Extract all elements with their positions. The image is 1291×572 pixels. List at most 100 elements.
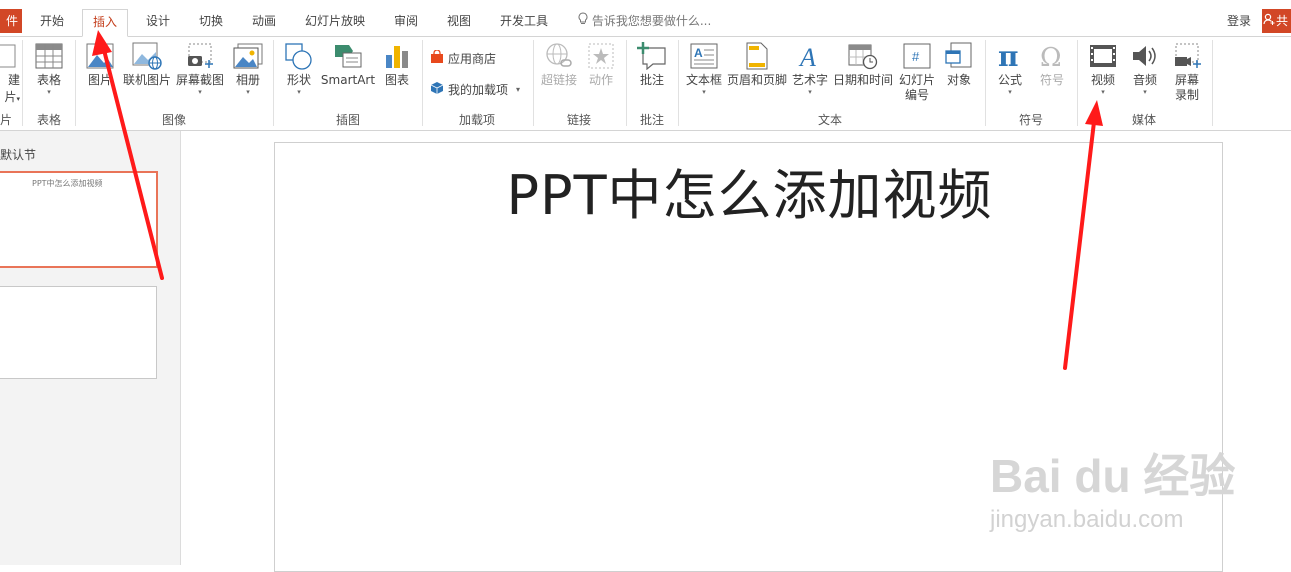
datetime-label: 日期和时间 bbox=[833, 73, 894, 87]
slide-number-button[interactable]: # 幻灯片 编号 bbox=[896, 41, 938, 103]
album-button[interactable]: 相册 ▾ bbox=[229, 41, 267, 96]
slide-thumbnail-title: PPT中怎么添加视频 bbox=[32, 179, 103, 188]
star-action-icon bbox=[586, 41, 616, 71]
header-footer-button[interactable]: 页眉和页脚 bbox=[726, 41, 788, 88]
speaker-icon bbox=[1130, 41, 1160, 71]
group-separator bbox=[22, 40, 23, 126]
slide-number-icon: # bbox=[902, 41, 932, 71]
group-label-addins: 加载项 bbox=[459, 113, 496, 127]
globe-link-icon bbox=[544, 41, 574, 71]
screenshot-button[interactable]: 屏幕截图 ▾ bbox=[175, 41, 225, 96]
film-video-icon bbox=[1088, 41, 1118, 71]
smartart-button[interactable]: SmartArt bbox=[320, 41, 376, 88]
svg-text:π: π bbox=[998, 42, 1019, 70]
chevron-down-icon: ▾ bbox=[47, 88, 51, 96]
tab-view[interactable]: 视图 bbox=[447, 12, 471, 29]
textbox-icon: A bbox=[689, 41, 719, 71]
share-label: 共 bbox=[1276, 14, 1289, 28]
tab-slideshow[interactable]: 幻灯片放映 bbox=[305, 12, 365, 29]
slide-number-label-1: 幻灯片 bbox=[898, 73, 935, 87]
video-button[interactable]: 视频 ▾ bbox=[1084, 41, 1122, 96]
tab-animations[interactable]: 动画 bbox=[252, 12, 276, 29]
hyperlink-label: 超链接 bbox=[540, 73, 577, 87]
comment-label: 批注 bbox=[639, 73, 664, 87]
chart-button[interactable]: 图表 bbox=[378, 41, 416, 88]
tab-review[interactable]: 审阅 bbox=[394, 12, 418, 29]
screenshot-icon bbox=[185, 41, 215, 71]
wordart-button[interactable]: A 艺术字 ▾ bbox=[790, 41, 830, 96]
omega-symbol-icon: Ω bbox=[1037, 41, 1067, 71]
tab-insert[interactable]: 插入 bbox=[82, 9, 129, 37]
bar-chart-icon bbox=[382, 41, 412, 71]
object-button[interactable]: 对象 bbox=[940, 41, 978, 88]
equation-label: 公式 bbox=[997, 73, 1022, 87]
tab-developer[interactable]: 开发工具 bbox=[500, 12, 548, 29]
tab-home[interactable]: 开始 bbox=[40, 12, 64, 29]
section-label[interactable]: 默认节 bbox=[0, 146, 36, 163]
my-addins-label: 我的加载项 bbox=[448, 83, 509, 97]
slide-thumbnail-1[interactable]: PPT中怎么添加视频 bbox=[0, 171, 158, 268]
textbox-button[interactable]: A 文本框 ▾ bbox=[684, 41, 724, 96]
office-store-button[interactable]: 应用商店 bbox=[430, 49, 497, 67]
slide-title[interactable]: PPT中怎么添加视频 bbox=[275, 151, 1224, 230]
group-label-table: 表格 bbox=[37, 113, 62, 127]
datetime-button[interactable]: 日期和时间 bbox=[833, 41, 893, 88]
chart-label: 图表 bbox=[384, 73, 409, 87]
slide-number-label-2: 编号 bbox=[904, 88, 929, 102]
group-label-images: 图像 bbox=[162, 113, 187, 127]
group-label-links: 链接 bbox=[567, 113, 592, 127]
baidu-watermark-url: jingyan.baidu.com bbox=[990, 506, 1184, 533]
online-picture-icon bbox=[132, 41, 162, 71]
table-button[interactable]: 表格 ▾ bbox=[30, 41, 68, 96]
group-label-text: 文本 bbox=[818, 113, 843, 127]
login-link[interactable]: 登录 bbox=[1227, 12, 1251, 29]
calendar-clock-icon bbox=[848, 41, 878, 71]
picture-label: 图片 bbox=[87, 73, 112, 87]
wordart-icon: A bbox=[795, 41, 825, 71]
picture-icon bbox=[85, 41, 115, 71]
screen-recording-label-1: 屏幕 bbox=[1174, 73, 1199, 87]
slide-thumbnail-2[interactable] bbox=[0, 286, 157, 379]
chevron-down-icon: ▾ bbox=[702, 88, 706, 96]
office-store-label: 应用商店 bbox=[448, 52, 497, 66]
my-addins-button[interactable]: 我的加载项 ▾ bbox=[430, 81, 520, 98]
new-slide-button[interactable]: 建 片▾ bbox=[0, 41, 20, 107]
chevron-down-icon: ▾ bbox=[808, 88, 812, 96]
photo-album-icon bbox=[233, 41, 263, 71]
person-add-icon bbox=[1262, 9, 1276, 33]
action-button[interactable]: 动作 bbox=[583, 41, 619, 88]
tab-design[interactable]: 设计 bbox=[146, 12, 170, 29]
picture-button[interactable]: 图片 bbox=[82, 41, 118, 88]
symbol-label: 符号 bbox=[1039, 73, 1064, 87]
online-picture-label: 联机图片 bbox=[122, 73, 171, 87]
chevron-down-icon: ▾ bbox=[516, 85, 521, 94]
new-slide-label-2: 片▾ bbox=[4, 90, 20, 104]
tab-transitions[interactable]: 切换 bbox=[199, 12, 223, 29]
tell-me-box[interactable]: 告诉我您想要做什么... bbox=[578, 12, 711, 29]
equation-button[interactable]: π 公式 ▾ bbox=[992, 41, 1028, 96]
smartart-icon bbox=[333, 41, 363, 71]
shapes-button[interactable]: 形状 ▾ bbox=[280, 41, 318, 96]
tab-file[interactable]: 件 bbox=[0, 9, 22, 33]
chevron-down-icon: ▾ bbox=[297, 88, 301, 96]
chevron-down-icon: ▾ bbox=[1101, 88, 1105, 96]
group-separator bbox=[985, 40, 986, 126]
online-picture-button[interactable]: 联机图片 bbox=[122, 41, 172, 88]
header-footer-label: 页眉和页脚 bbox=[726, 73, 787, 87]
store-bag-icon bbox=[430, 49, 444, 67]
group-separator bbox=[1212, 40, 1213, 126]
screen-recording-button[interactable]: 屏幕 录制 bbox=[1168, 41, 1206, 103]
lightbulb-icon bbox=[578, 12, 592, 28]
chevron-down-icon: ▾ bbox=[1143, 88, 1147, 96]
group-separator bbox=[533, 40, 534, 126]
hyperlink-button[interactable]: 超链接 bbox=[538, 41, 580, 88]
svg-text:A: A bbox=[694, 46, 703, 60]
symbol-button[interactable]: Ω 符号 bbox=[1034, 41, 1070, 88]
audio-button[interactable]: 音频 ▾ bbox=[1126, 41, 1164, 96]
textbox-label: 文本框 bbox=[685, 73, 722, 87]
object-icon bbox=[944, 41, 974, 71]
comment-button[interactable]: 批注 bbox=[633, 41, 671, 88]
group-label-symbols: 符号 bbox=[1019, 113, 1044, 127]
new-slide-icon bbox=[0, 41, 24, 71]
share-button[interactable]: 共 bbox=[1262, 9, 1291, 33]
